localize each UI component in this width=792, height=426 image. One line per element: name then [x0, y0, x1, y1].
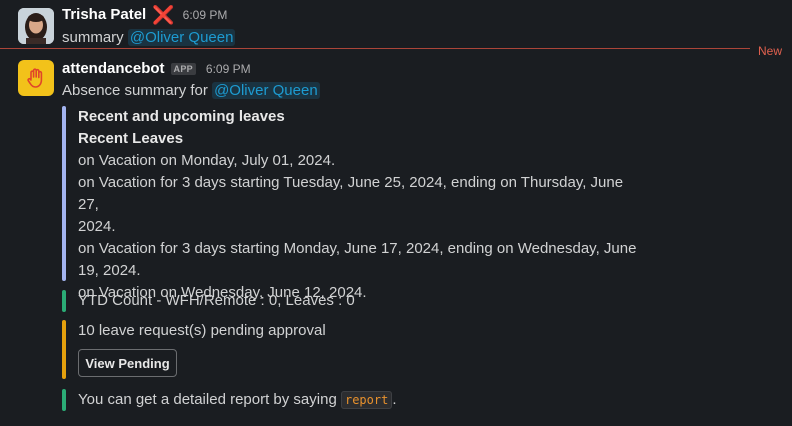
user-photo-icon: [18, 8, 54, 44]
leave-line: on Vacation for 3 days starting Monday, …: [78, 240, 637, 257]
leave-line: 2024.: [78, 218, 116, 235]
message-body: Absence summary for @Oliver Queen: [62, 80, 320, 102]
message-text: Absence summary for: [62, 82, 208, 99]
new-messages-divider: [0, 48, 750, 49]
hand-icon: [27, 68, 43, 88]
leave-line: 19, 2024.: [78, 262, 141, 279]
user-mention[interactable]: @Oliver Queen: [127, 29, 236, 46]
attachment-bar: [62, 106, 66, 281]
message-time[interactable]: 6:09 PM: [183, 8, 228, 22]
bot-name[interactable]: attendancebot: [62, 60, 165, 78]
avatar[interactable]: [18, 8, 54, 44]
attachment-bar: [62, 320, 66, 379]
report-hint-text: You can get a detailed report by saying: [78, 391, 337, 408]
leave-line: on Vacation on Monday, July 01, 2024.: [78, 152, 336, 169]
view-pending-button[interactable]: View Pending: [78, 349, 177, 377]
bot-avatar[interactable]: [18, 60, 54, 96]
author-name[interactable]: Trisha Patel: [62, 6, 146, 24]
report-hint-period: .: [392, 391, 397, 408]
recent-leaves-heading: Recent Leaves: [78, 130, 184, 147]
message-body: summary @Oliver Queen: [62, 27, 236, 49]
message-time[interactable]: 6:09 PM: [206, 62, 251, 76]
report-hint: You can get a detailed report by saying …: [78, 389, 397, 411]
leaves-heading: Recent and upcoming leaves: [78, 108, 285, 125]
leave-line: on Vacation for 3 days starting Tuesday,…: [78, 174, 624, 213]
report-command-code: report: [340, 391, 393, 409]
user-mention[interactable]: @Oliver Queen: [212, 82, 320, 99]
leaves-attachment: Recent and upcoming leaves Recent Leaves…: [78, 106, 648, 304]
app-badge: APP: [170, 63, 196, 75]
ytd-count-text: YTD Count - WFH/Remote : 0, Leaves : 0: [78, 292, 355, 309]
attachment-bar: [62, 290, 66, 312]
attachment-bar: [62, 389, 66, 411]
pending-text: 10 leave request(s) pending approval: [78, 322, 326, 339]
cross-mark-icon: ❌: [152, 5, 175, 25]
message-text: summary: [62, 29, 124, 46]
new-label: New: [758, 44, 783, 58]
